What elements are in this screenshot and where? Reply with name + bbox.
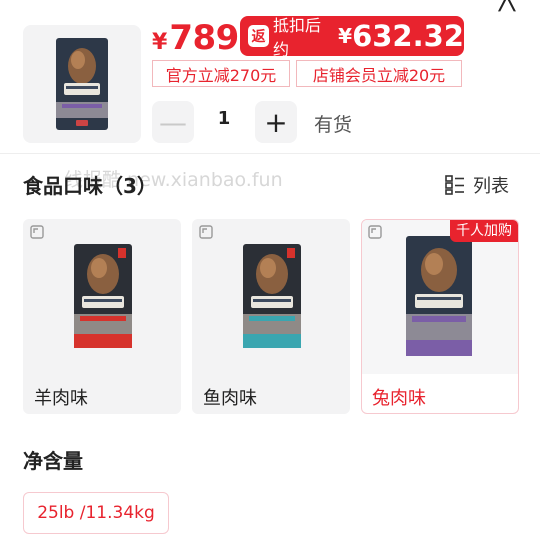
flavor-label: 羊肉味 [34,388,88,409]
flavor-label: 鱼肉味 [203,388,257,409]
flavor-image [193,220,349,374]
decrease-button[interactable]: — [152,101,194,143]
flavor-section-title: 食品口味（3） [23,174,157,198]
product-bag-image [406,236,472,356]
quantity-value[interactable]: 1 [200,108,248,129]
list-icon [445,175,464,195]
discount-price: 632.32 [352,19,464,53]
product-bag-image [74,244,132,348]
flavor-option-lamb[interactable]: 羊肉味 [23,219,181,414]
product-main-image[interactable] [23,25,141,143]
increase-button[interactable]: + [255,101,297,143]
rebate-icon: 返 [248,25,270,47]
expand-icon[interactable] [367,224,383,240]
discount-label: 抵扣后约 [273,16,322,59]
net-weight-section-title: 净含量 [23,449,83,473]
size-option-25lb[interactable]: 25lb /11.34kg [23,492,169,534]
discount-price-badge: 返 抵扣后约 ¥ 632.32 [240,16,464,59]
price: ¥ 789 [152,14,239,62]
flavor-label: 兔肉味 [372,388,426,409]
product-bag-image [243,244,301,348]
discount-currency: ¥ [338,24,353,48]
coupon-official: 官方立减270元 [152,60,290,87]
flavor-option-rabbit[interactable]: 千人加购 兔肉味 [361,219,519,414]
flavor-image [24,220,180,374]
list-view-label: 列表 [473,176,509,197]
flavor-image [362,220,518,374]
coupon-member: 店铺会员立减20元 [296,60,462,87]
section-divider [0,153,540,154]
list-view-toggle[interactable]: 列表 [445,172,509,198]
price-currency: ¥ [152,30,168,55]
popular-badge: 千人加购 [450,220,518,242]
expand-icon[interactable] [198,224,214,240]
stock-status: 有货 [314,114,353,136]
close-icon[interactable]: ╳ [492,0,522,10]
flavor-option-fish[interactable]: 鱼肉味 [192,219,350,414]
product-bag-image [56,38,108,130]
expand-icon[interactable] [29,224,45,240]
price-value: 789 [169,18,239,58]
